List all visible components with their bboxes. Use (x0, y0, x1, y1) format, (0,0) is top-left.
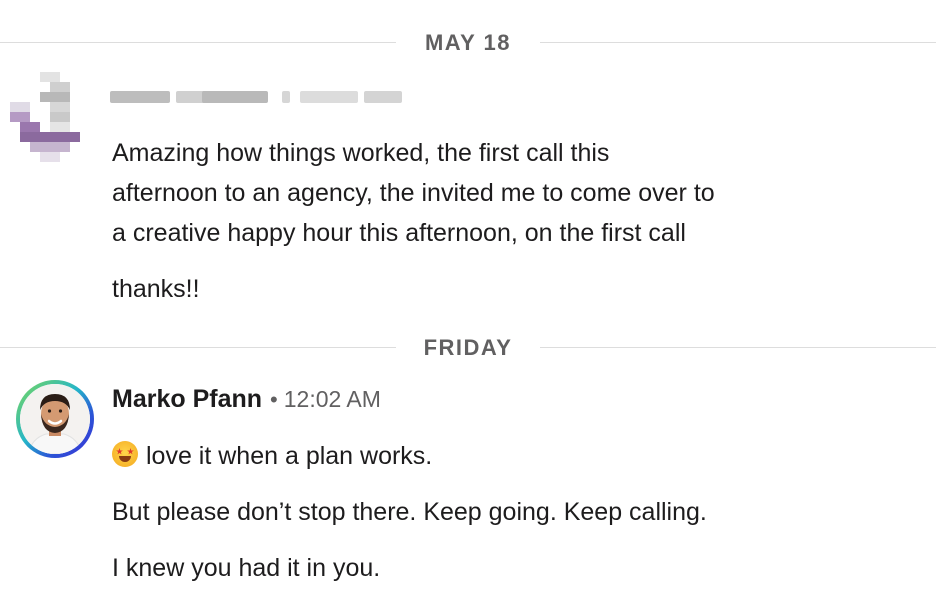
date-divider-label[interactable]: FRIDAY (396, 335, 540, 361)
divider-line (0, 42, 396, 43)
message-text-line: love it when a plan works. (112, 436, 432, 476)
sender-name-redacted (110, 84, 405, 110)
message-text-followup: thanks!! (112, 275, 200, 303)
sender-name[interactable]: Marko Pfann (112, 385, 262, 413)
avatar[interactable] (10, 72, 90, 162)
date-divider-may-18: MAY 18 (0, 28, 936, 58)
avatar-photo (20, 384, 90, 454)
person-portrait-icon (20, 384, 90, 454)
message-text: love it when a plan works. (146, 442, 433, 470)
date-divider-label[interactable]: MAY 18 (396, 30, 540, 56)
star-struck-emoji-icon (112, 441, 138, 467)
divider-line (540, 347, 936, 348)
message-timestamp[interactable]: 12:02 AM (284, 386, 381, 412)
message-text-line: afternoon to an agency, the invited me t… (112, 179, 715, 207)
avatar[interactable] (16, 380, 94, 458)
message-text-line: a creative happy hour this afternoon, on… (112, 219, 686, 247)
date-divider-friday: FRIDAY (0, 333, 936, 363)
message-header: Marko Pfann • 12:02 AM (112, 383, 381, 416)
message-text-line: But please don’t stop there. Keep going.… (112, 498, 707, 526)
message-text-line: Amazing how things worked, the first cal… (112, 139, 610, 167)
divider-line (0, 347, 396, 348)
message-text-line: I knew you had it in you. (112, 554, 381, 582)
divider-line (540, 42, 936, 43)
header-separator: • (270, 387, 278, 412)
